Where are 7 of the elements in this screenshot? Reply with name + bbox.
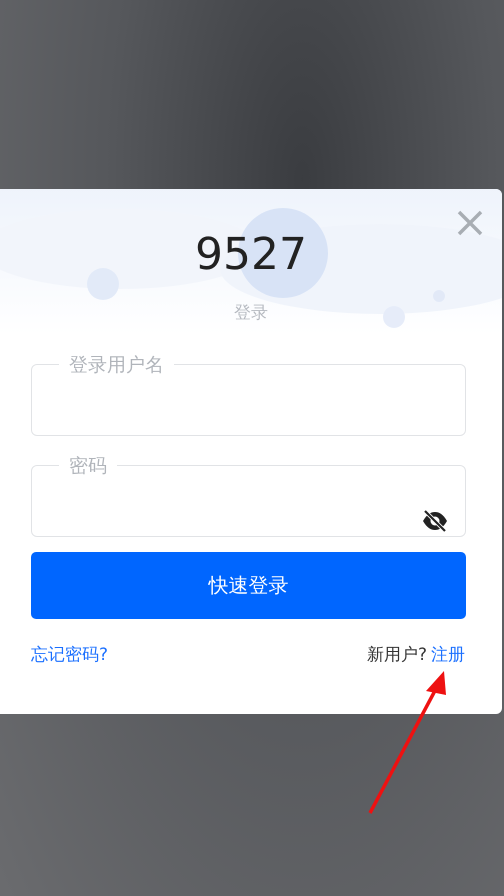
dialog-subtitle: 登录 bbox=[234, 302, 268, 325]
signup-prompt: 新用户? bbox=[366, 644, 427, 666]
app-title: 9527 bbox=[195, 233, 307, 277]
forgot-password-link[interactable]: 忘记密码? bbox=[31, 642, 108, 668]
hide-password-icon[interactable] bbox=[422, 508, 448, 532]
signup-link[interactable]: 注册 bbox=[431, 642, 465, 668]
login-button[interactable]: 快速登录 bbox=[31, 552, 466, 618]
